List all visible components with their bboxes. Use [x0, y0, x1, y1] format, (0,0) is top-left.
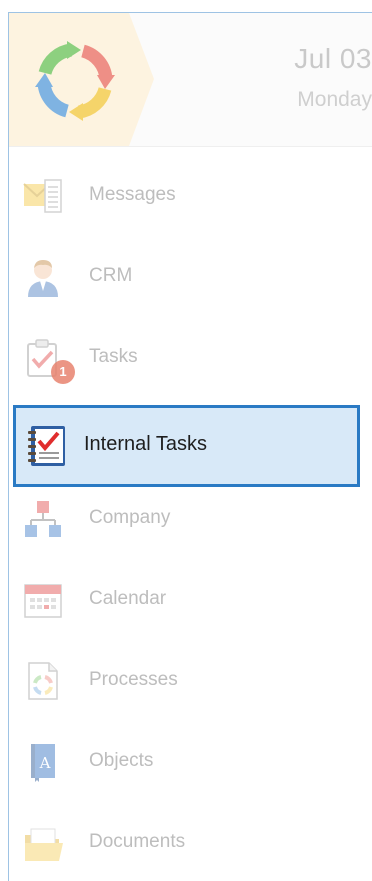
- sidebar-item-crm[interactable]: CRM: [9, 241, 372, 311]
- sidebar-item-label: Messages: [89, 184, 176, 205]
- sidebar-item-label: Processes: [89, 669, 178, 690]
- sidebar-item-label: Internal Tasks: [84, 433, 208, 455]
- person-icon: [23, 257, 63, 297]
- notebook-checklist-icon: [25, 424, 65, 466]
- org-chart-icon: [23, 499, 63, 539]
- sidebar-item-label: Tasks: [89, 346, 138, 367]
- circular-arrows-logo-icon: [9, 13, 154, 146]
- sidebar-item-label: Calendar: [89, 588, 167, 609]
- sidebar-panel: Jul 03 Monday Messages CRM 1 Tasks Inter…: [8, 12, 372, 881]
- logo[interactable]: [9, 13, 157, 146]
- header-date: Jul 03: [294, 43, 372, 74]
- sidebar-item-processes[interactable]: Processes: [9, 645, 372, 715]
- sidebar-item-label: Documents: [89, 831, 186, 852]
- folder-icon: [23, 823, 63, 863]
- tasks-count-badge: 1: [51, 360, 75, 384]
- sidebar-item-internal-tasks[interactable]: Internal Tasks: [13, 405, 360, 487]
- sidebar-item-tasks[interactable]: 1 Tasks: [9, 322, 372, 392]
- sidebar-item-documents[interactable]: Documents: [9, 807, 372, 877]
- sidebar-header: Jul 03 Monday: [9, 13, 372, 147]
- header-weekday: Monday: [297, 88, 372, 111]
- sidebar-item-label: CRM: [89, 265, 133, 286]
- sidebar-item-messages[interactable]: Messages: [9, 160, 372, 230]
- calendar-icon: [23, 580, 63, 620]
- sidebar-item-label: Company: [89, 507, 171, 528]
- sidebar-item-label: Objects: [89, 750, 154, 771]
- book-icon: A: [23, 742, 63, 782]
- sidebar-item-company[interactable]: Company: [9, 483, 372, 553]
- envelope-icon: [23, 176, 63, 216]
- sidebar-item-calendar[interactable]: Calendar: [9, 564, 372, 634]
- svg-text:A: A: [39, 754, 51, 772]
- process-document-icon: [23, 661, 63, 701]
- sidebar-item-objects[interactable]: A Objects: [9, 726, 372, 796]
